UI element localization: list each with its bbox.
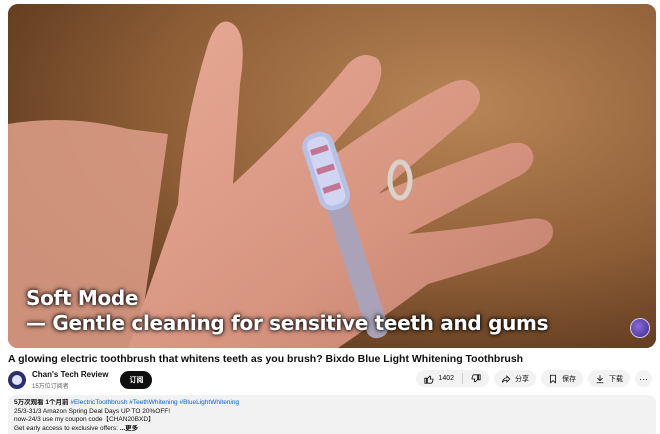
description-line-3: Get early access to exclusive offers: ..… xyxy=(14,425,650,434)
like-button[interactable]: 1402 xyxy=(416,370,462,387)
subscriber-count: 15万位订阅者 xyxy=(32,384,69,390)
download-label: 下载 xyxy=(609,375,623,383)
action-bar: 1402 分享 保存 下载 ··· xyxy=(416,370,652,387)
channel-avatar[interactable] xyxy=(8,371,26,389)
thumbs-down-icon xyxy=(471,373,481,384)
download-button[interactable]: 下载 xyxy=(588,370,630,387)
like-count: 1402 xyxy=(438,375,454,382)
share-button[interactable]: 分享 xyxy=(494,370,536,387)
description-line-2: now-24/3 use my coupon code【CHAN20BXD】 xyxy=(14,416,155,424)
bookmark-icon xyxy=(548,374,558,384)
channel-info: Chan's Tech Review 15万位订阅者 xyxy=(32,370,108,390)
share-icon xyxy=(501,374,511,384)
hashtags[interactable]: #ElectricToothbrush #TeethWhitening #Blu… xyxy=(70,399,239,406)
description-line-3-text: Get early access to exclusive offers: xyxy=(14,424,120,432)
like-dislike-group: 1402 xyxy=(416,370,489,387)
channel-watermark-icon[interactable] xyxy=(630,318,650,338)
subscribe-button[interactable]: 订阅 xyxy=(120,371,153,389)
channel-name[interactable]: Chan's Tech Review xyxy=(32,370,108,379)
download-icon xyxy=(595,374,605,384)
description-meta: 5万次观看 1个月前 #ElectricToothbrush #TeethWhi… xyxy=(14,399,650,408)
views-and-date: 5万次观看 1个月前 xyxy=(14,399,69,406)
description-more-button[interactable]: ...更多 xyxy=(120,425,138,432)
description-box[interactable]: 5万次观看 1个月前 #ElectricToothbrush #TeethWhi… xyxy=(8,395,656,434)
more-actions-button[interactable]: ··· xyxy=(635,370,652,387)
dislike-button[interactable] xyxy=(463,370,489,387)
save-button[interactable]: 保存 xyxy=(541,370,583,387)
description-line-1: 25/3-31/3 Amazon Spring Deal Days UP TO … xyxy=(14,407,171,415)
video-title: A glowing electric toothbrush that white… xyxy=(8,353,524,365)
share-label: 分享 xyxy=(515,375,529,383)
video-caption-title: Soft Mode xyxy=(26,286,139,310)
thumbs-up-icon xyxy=(424,374,434,384)
channel-owner: Chan's Tech Review 15万位订阅者 订阅 xyxy=(8,369,153,391)
video-caption-subtitle: — Gentle cleaning for sensitive teeth an… xyxy=(26,311,549,335)
video-player[interactable]: Soft Mode — Gentle cleaning for sensitiv… xyxy=(8,4,656,348)
save-label: 保存 xyxy=(562,375,576,383)
